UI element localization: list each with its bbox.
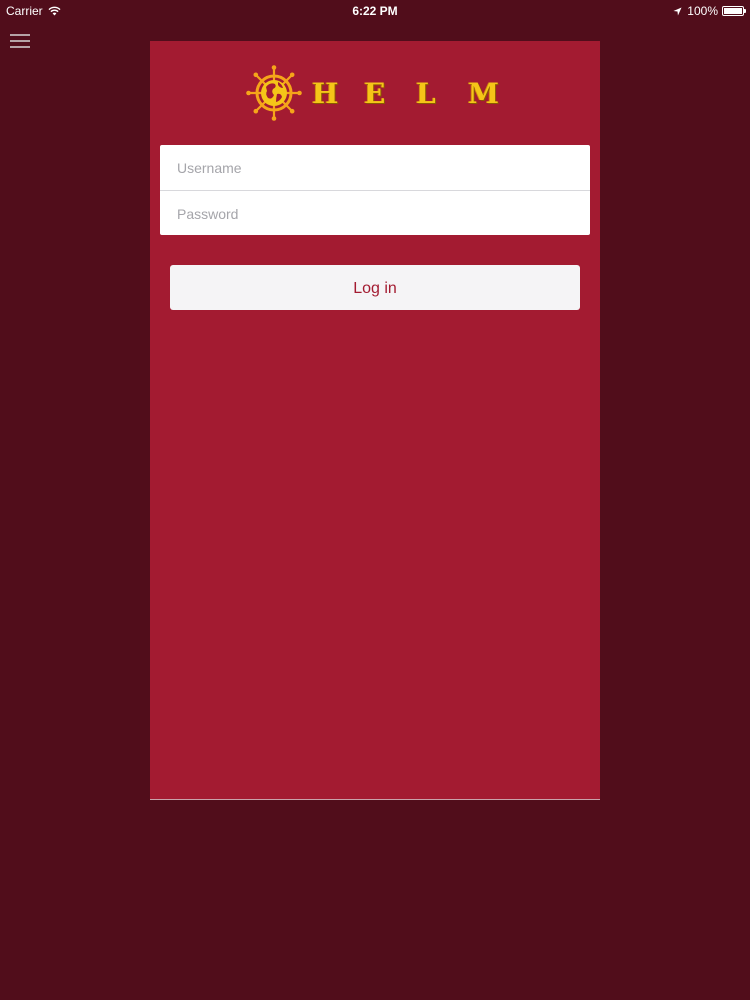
battery-percent: 100% <box>687 4 718 18</box>
menu-line <box>10 40 30 42</box>
login-panel: H E L M Log in <box>150 41 600 800</box>
hamburger-menu-icon[interactable] <box>10 34 30 49</box>
logo-wordmark: H E L M <box>312 77 520 110</box>
login-screen: Carrier 6:22 PM 100% H E L M Username Lo… <box>0 0 750 1000</box>
menu-line <box>10 34 30 36</box>
login-button[interactable]: Log in <box>170 265 580 310</box>
menu-line <box>10 46 30 48</box>
battery-icon <box>722 6 746 16</box>
username-field[interactable] <box>160 145 590 190</box>
ship-wheel-globe-icon <box>246 65 302 121</box>
credentials-fields <box>160 145 590 236</box>
helm-logo: H E L M <box>246 65 520 121</box>
logo-letter: H <box>312 76 339 110</box>
logo-letter: L <box>416 76 436 110</box>
location-arrow-icon <box>673 6 682 16</box>
logo-letter: E <box>364 76 386 110</box>
status-time: 6:22 PM <box>352 4 398 18</box>
password-field[interactable] <box>160 191 590 236</box>
logo-letter: M <box>468 76 499 110</box>
status-right: 100% <box>673 4 746 18</box>
status-bar: Carrier 6:22 PM 100% <box>0 0 750 22</box>
battery-fill <box>724 8 742 14</box>
